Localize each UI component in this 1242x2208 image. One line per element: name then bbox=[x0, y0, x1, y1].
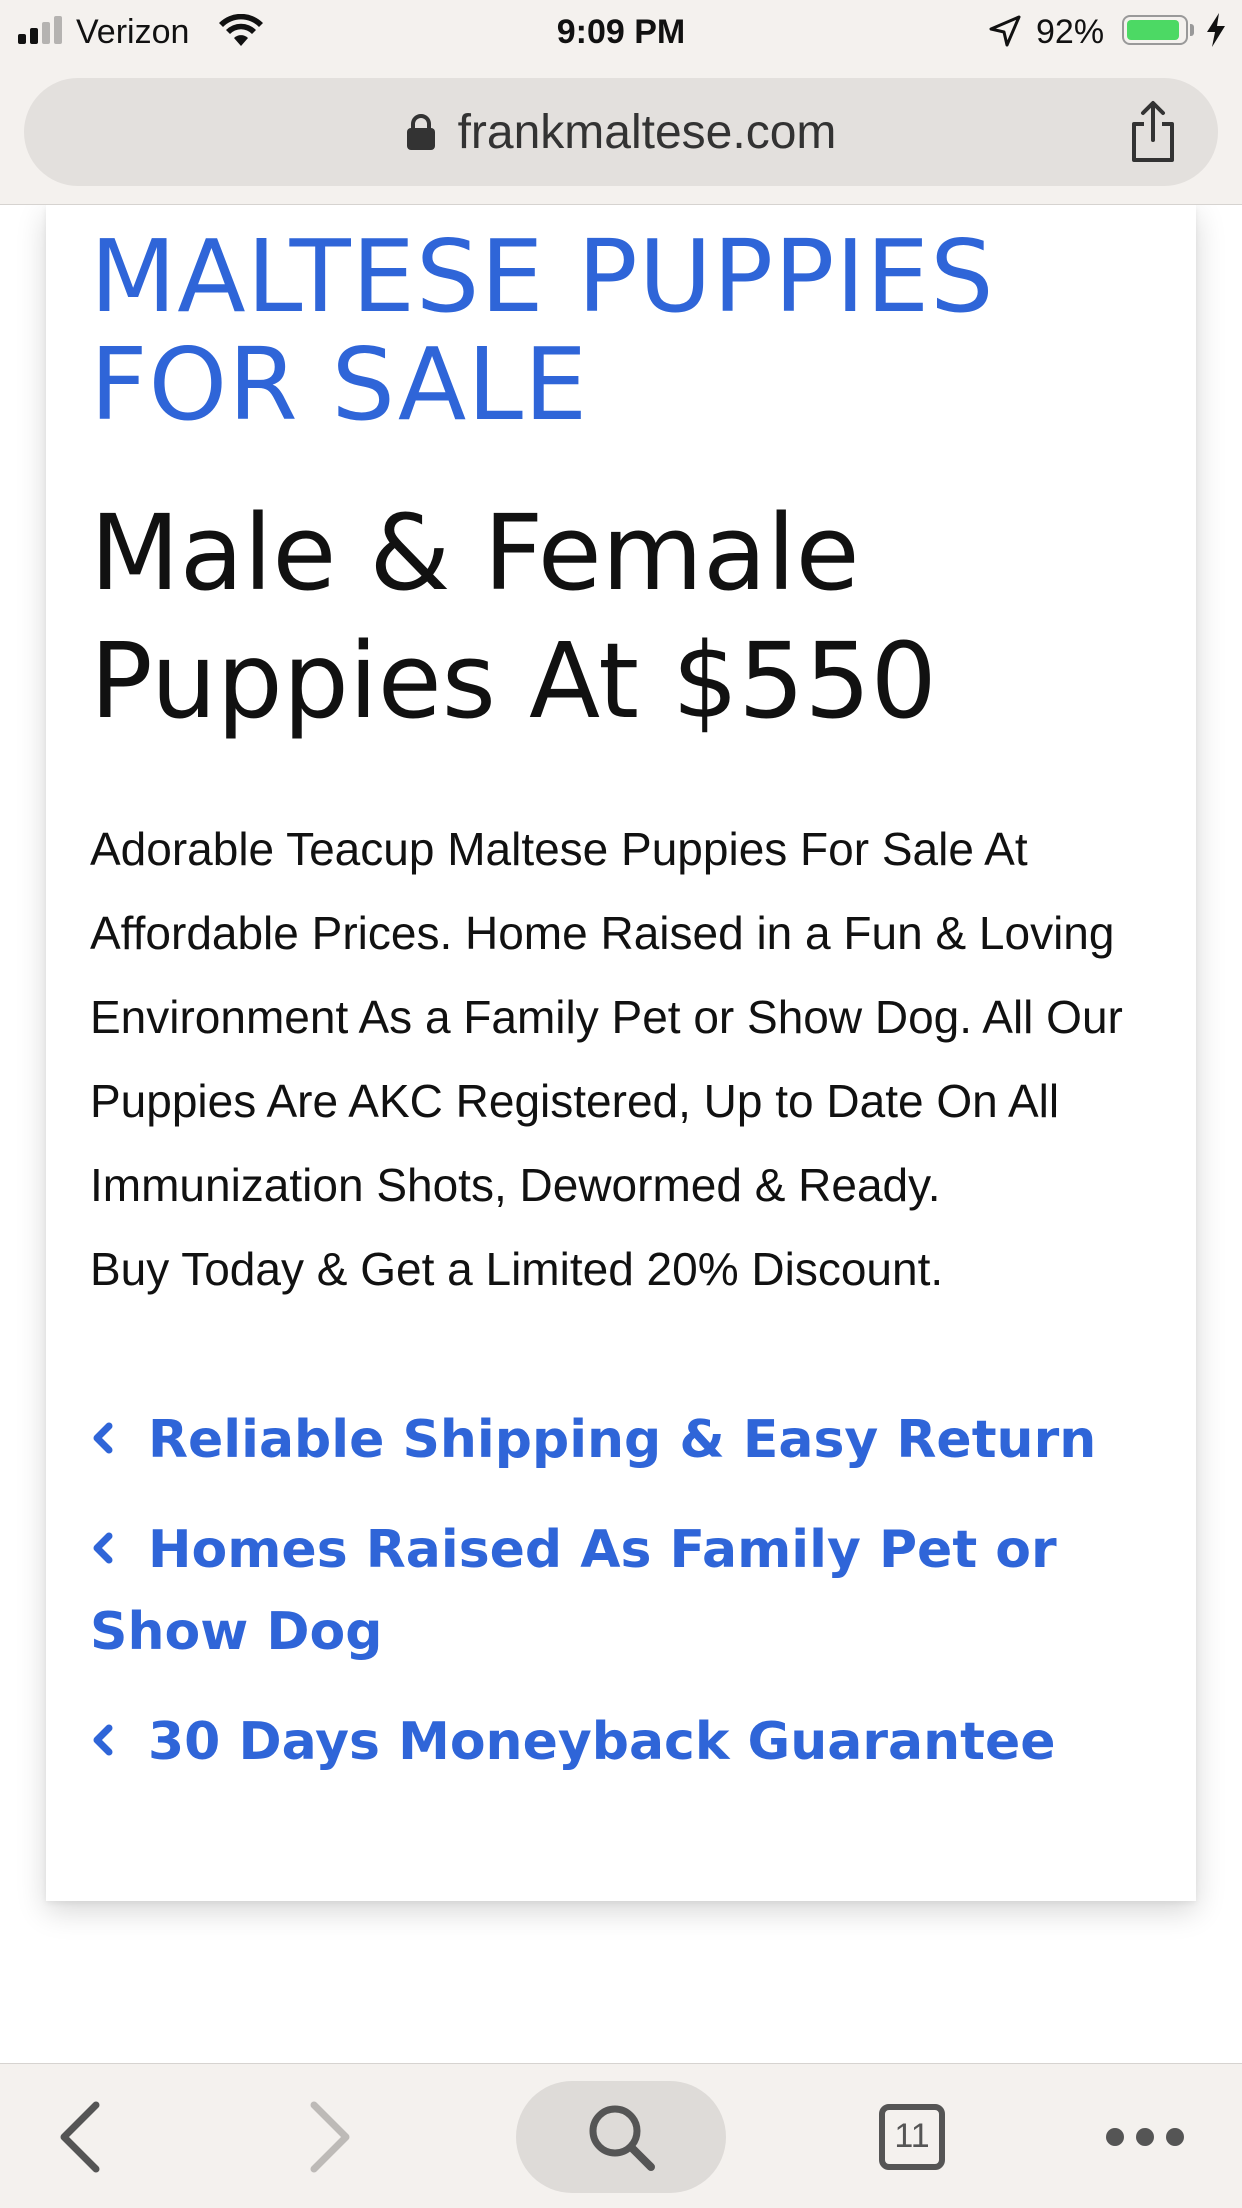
search-pill bbox=[516, 2080, 726, 2193]
discount-promo: Buy Today & Get a Limited 20% Discount. bbox=[90, 1243, 944, 1295]
content-card: MALTESE PUPPIES FOR SALE Male & Female P… bbox=[46, 205, 1196, 1901]
chevron-left-icon bbox=[60, 2101, 100, 2172]
feature-item-family-pet[interactable]: Homes Raised As Family Pet or Show Dog bbox=[90, 1509, 1156, 1673]
card-inner: MALTESE PUPPIES FOR SALE Male & Female P… bbox=[90, 223, 1156, 1811]
forward-button[interactable] bbox=[290, 2064, 370, 2208]
back-button[interactable] bbox=[40, 2064, 120, 2208]
page-headline: MALTESE PUPPIES FOR SALE bbox=[90, 218, 995, 443]
search-icon bbox=[589, 2105, 655, 2171]
battery-tip bbox=[1190, 24, 1194, 36]
url-text: frankmaltese.com bbox=[457, 105, 837, 159]
description-text: Adorable Teacup Maltese Puppies For Sale… bbox=[90, 823, 1123, 1211]
chevron-left-icon bbox=[93, 1422, 113, 1454]
chevron-left-icon bbox=[93, 1724, 113, 1756]
search-button[interactable] bbox=[516, 2064, 726, 2208]
feature-list: Reliable Shipping & Easy Return Homes Ra… bbox=[90, 1399, 1156, 1783]
chevron-left-icon bbox=[93, 1532, 113, 1564]
more-icon bbox=[1106, 2127, 1184, 2146]
page-content: MALTESE PUPPIES FOR SALE Male & Female P… bbox=[0, 205, 1242, 2063]
battery-percent: 92% bbox=[1036, 13, 1105, 51]
charging-bolt-icon bbox=[1207, 13, 1225, 47]
tabs-button[interactable]: 11 bbox=[860, 2064, 964, 2208]
location-arrow-icon bbox=[989, 15, 1021, 47]
tabs-icon: 11 bbox=[879, 2103, 945, 2170]
more-button[interactable] bbox=[1090, 2064, 1200, 2208]
lock-icon bbox=[406, 114, 435, 150]
battery-icon bbox=[1122, 15, 1188, 45]
feature-item-shipping[interactable]: Reliable Shipping & Easy Return bbox=[90, 1399, 1156, 1481]
page-subheadline: Male & Female Puppies At $550 bbox=[90, 492, 937, 742]
bottom-toolbar: 11 bbox=[0, 2063, 1242, 2208]
feature-label: Homes Raised As Family Pet or Show Dog bbox=[90, 1520, 1057, 1662]
feature-label: 30 Days Moneyback Guarantee bbox=[148, 1712, 1056, 1772]
share-icon[interactable] bbox=[1126, 100, 1180, 164]
battery-level-fill bbox=[1127, 20, 1179, 40]
feature-item-guarantee[interactable]: 30 Days Moneyback Guarantee bbox=[90, 1701, 1156, 1783]
address-bar[interactable]: frankmaltese.com bbox=[24, 78, 1218, 186]
status-bar: Verizon 9:09 PM 92% bbox=[0, 0, 1242, 62]
screen: Verizon 9:09 PM 92% frankmaltese.com MAL… bbox=[0, 0, 1242, 2208]
address-wrap: frankmaltese.com bbox=[24, 78, 1218, 186]
tab-count: 11 bbox=[894, 2117, 930, 2155]
chevron-right-icon bbox=[310, 2101, 350, 2172]
feature-label: Reliable Shipping & Easy Return bbox=[148, 1410, 1097, 1470]
browser-top-bar: Verizon 9:09 PM 92% frankmaltese.com bbox=[0, 0, 1242, 205]
